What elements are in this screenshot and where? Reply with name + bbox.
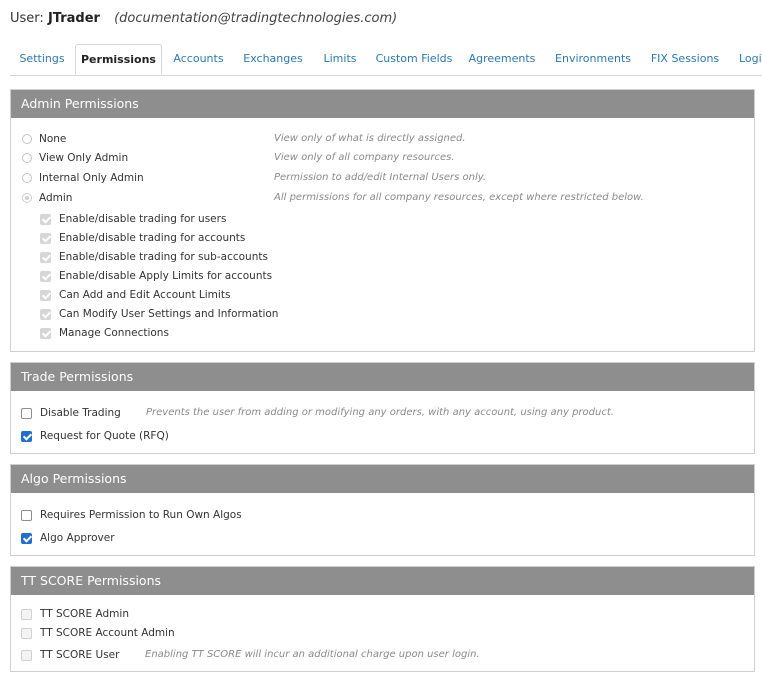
tab-environments[interactable]: Environments [550,44,636,74]
checkbox-label: TT SCORE Admin [40,608,129,620]
option-description: View only of all company resources. [274,152,455,163]
tab-agreements[interactable]: Agreements [464,44,540,74]
option-description: View only of what is directly assigned. [274,133,466,144]
rfq-checkbox[interactable]: Request for Quote (RFQ) [21,430,169,442]
admin-option-none[interactable]: None [22,133,66,145]
tab-login[interactable]: Logi [734,44,762,74]
disable-trading-description: Prevents the user from adding or modifyi… [146,407,614,418]
disable-trading-checkbox[interactable]: Disable Trading [21,407,121,419]
checkbox-icon[interactable] [21,509,32,521]
checkbox-label: TT SCORE User [40,649,120,661]
sub-permission-item[interactable]: Enable/disable trading for users [40,213,226,225]
option-description: Permission to add/edit Internal Users on… [274,172,487,183]
user-header: User: JTrader (documentation@tradingtech… [10,11,397,26]
checkbox-label: TT SCORE Account Admin [40,627,175,639]
checkbox-label: Request for Quote (RFQ) [40,430,169,442]
sub-permission-label: Enable/disable trading for sub-accounts [59,251,268,263]
admin-permissions-panel: Admin Permissions None View only of what… [10,89,755,352]
tt-score-account-admin-checkbox[interactable]: TT SCORE Account Admin [21,627,175,639]
checkbox-icon[interactable] [21,608,32,620]
sub-permission-item[interactable]: Enable/disable trading for accounts [40,232,245,244]
checkbox-icon[interactable] [40,213,51,225]
tab-accounts[interactable]: Accounts [166,44,231,74]
tab-fix-sessions[interactable]: FIX Sessions [646,44,724,74]
tab-bar: Settings Permissions Accounts Exchanges … [10,44,762,76]
sub-permission-label: Enable/disable trading for users [59,213,227,225]
checkbox-icon[interactable] [40,232,51,244]
panel-title: Trade Permissions [11,363,754,391]
sub-permission-item[interactable]: Can Modify User Settings and Information [40,308,278,320]
sub-permission-item[interactable]: Enable/disable Apply Limits for accounts [40,270,272,282]
tab-settings[interactable]: Settings [10,44,74,74]
option-label: View Only Admin [39,152,129,164]
user-email: (documentation@tradingtechnologies.com) [114,11,398,26]
sub-permission-item[interactable]: Enable/disable trading for sub-accounts [40,251,268,263]
checkbox-label: Requires Permission to Run Own Algos [40,509,242,521]
radio-icon[interactable] [22,193,32,203]
requires-permission-checkbox[interactable]: Requires Permission to Run Own Algos [21,509,242,521]
radio-icon[interactable] [22,153,32,163]
algo-approver-checkbox[interactable]: Algo Approver [21,532,115,544]
checkbox-icon[interactable] [40,308,51,320]
admin-option-view-only[interactable]: View Only Admin [22,152,128,164]
checkbox-icon[interactable] [21,649,32,661]
sub-permission-item[interactable]: Can Add and Edit Account Limits [40,289,230,301]
sub-permission-label: Enable/disable Apply Limits for accounts [59,270,273,282]
sub-permission-label: Can Add and Edit Account Limits [59,289,231,301]
tt-score-user-description: Enabling TT SCORE will incur an addition… [145,649,480,660]
checkbox-label: Algo Approver [40,532,115,544]
checkbox-icon[interactable] [40,270,51,282]
panel-title: TT SCORE Permissions [11,567,754,595]
panel-title: Algo Permissions [11,465,754,493]
checkbox-icon[interactable] [21,627,32,639]
option-label: Internal Only Admin [39,172,144,184]
trade-permissions-panel: Trade Permissions Disable Trading Preven… [10,362,755,454]
tt-score-user-checkbox[interactable]: TT SCORE User [21,649,119,661]
sub-permission-label: Manage Connections [59,327,169,339]
tab-permissions[interactable]: Permissions [75,44,162,75]
tab-limits[interactable]: Limits [315,44,365,74]
user-name: JTrader [47,11,100,26]
checkbox-icon[interactable] [21,430,32,442]
sub-permission-label: Can Modify User Settings and Information [59,308,279,320]
panel-title: Admin Permissions [11,90,754,118]
option-label: None [39,133,67,145]
tab-custom-fields[interactable]: Custom Fields [372,44,456,74]
sub-permission-label: Enable/disable trading for accounts [59,232,246,244]
radio-icon[interactable] [22,134,32,144]
radio-icon[interactable] [22,173,32,183]
admin-option-admin[interactable]: Admin [22,192,72,204]
option-label: Admin [39,192,73,204]
checkbox-icon[interactable] [21,532,32,544]
admin-option-internal-only[interactable]: Internal Only Admin [22,172,144,184]
tt-score-admin-checkbox[interactable]: TT SCORE Admin [21,608,129,620]
user-label: User: [10,11,44,26]
tt-score-permissions-panel: TT SCORE Permissions TT SCORE Admin TT S… [10,566,755,672]
checkbox-icon[interactable] [21,407,32,419]
checkbox-icon[interactable] [40,327,51,339]
option-description: All permissions for all company resource… [274,192,644,203]
tab-exchanges[interactable]: Exchanges [237,44,309,74]
checkbox-icon[interactable] [40,251,51,263]
checkbox-icon[interactable] [40,289,51,301]
checkbox-label: Disable Trading [40,407,121,419]
sub-permission-item[interactable]: Manage Connections [40,327,169,339]
algo-permissions-panel: Algo Permissions Requires Permission to … [10,464,755,556]
